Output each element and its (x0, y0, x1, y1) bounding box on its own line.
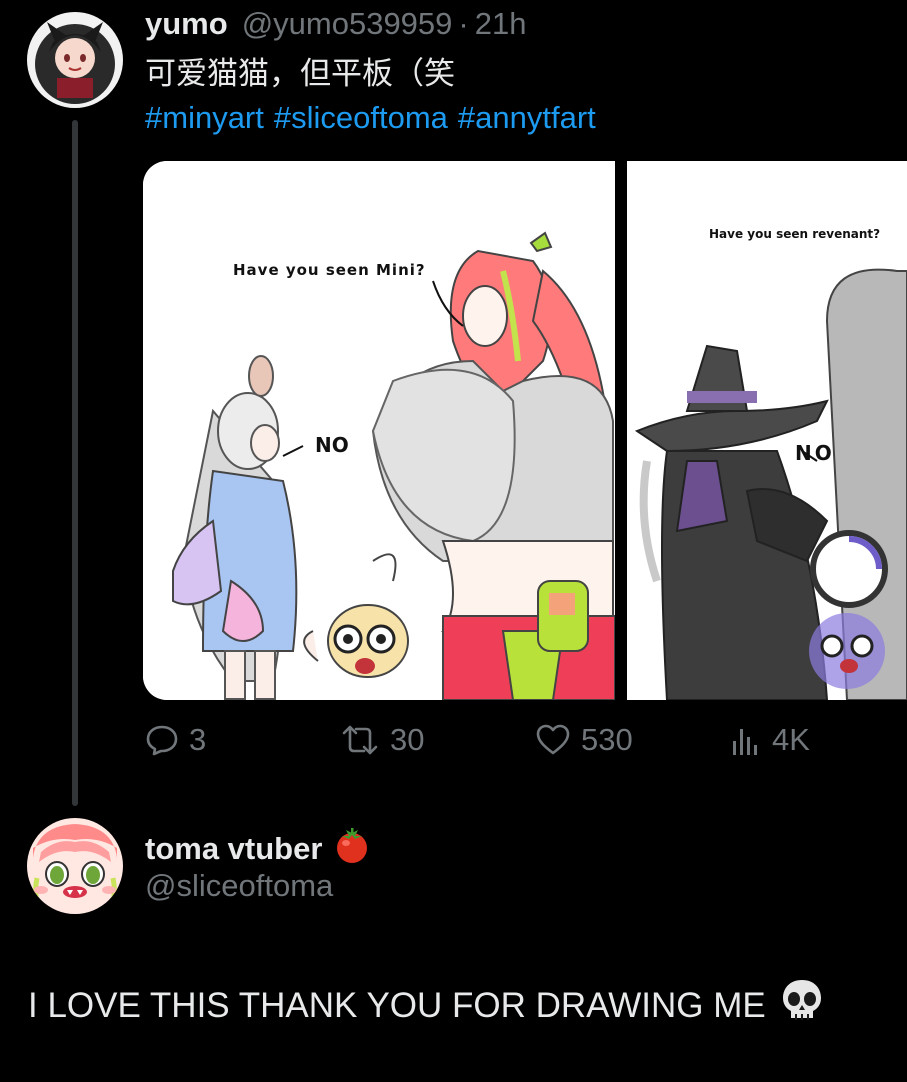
tweet-media-carousel[interactable]: Have you seen Mini? NO Have you seen rev… (143, 161, 907, 700)
speech-bubble-text: NO (315, 433, 349, 457)
reply-icon (145, 723, 179, 757)
tweet-text: 可爱猫猫，但平板（笑 (145, 56, 455, 92)
reply-button[interactable]: 3 (145, 722, 206, 758)
author-name[interactable]: yumo (145, 6, 228, 42)
reply-text-row: I LOVE THIS THANK YOU FOR DRAWING ME (28, 978, 824, 1033)
reply-text: I LOVE THIS THANK YOU FOR DRAWING ME (28, 985, 766, 1025)
retweet-button[interactable]: 30 (340, 722, 424, 758)
tweet-actions: 3 30 530 4K (0, 722, 907, 768)
like-button[interactable]: 530 (535, 722, 633, 758)
tweet-header: yumo @yumo539959 · 21h (145, 6, 526, 46)
hashtag-link[interactable]: #minyart (145, 100, 264, 135)
hashtag-link[interactable]: #sliceoftoma (274, 100, 448, 135)
views-button[interactable]: 4K (730, 722, 810, 758)
skull-icon (780, 978, 824, 1033)
reply-author-name-row[interactable]: toma vtuber (145, 826, 372, 872)
views-chart-icon (730, 723, 762, 757)
speech-bubble-text: NO (795, 441, 835, 465)
author-avatar[interactable] (27, 12, 123, 108)
retweet-count: 30 (390, 722, 425, 757)
media-image-1[interactable]: Have you seen Mini? NO (143, 161, 615, 700)
heart-icon (535, 723, 571, 757)
retweet-icon (340, 723, 380, 757)
hashtag-link[interactable]: #annytfart (458, 100, 596, 135)
views-count: 4K (772, 722, 810, 757)
reply-author-handle[interactable]: @sliceoftoma (145, 868, 333, 904)
tweet-timestamp[interactable]: 21h (475, 6, 527, 42)
like-count: 530 (581, 722, 633, 757)
reply-author-name[interactable]: toma vtuber (145, 831, 322, 867)
media-image-2[interactable]: Have you seen revenant? NO (627, 161, 907, 700)
tweet-hashtags: #minyart #sliceoftoma #annytfart (145, 98, 606, 138)
reply-count: 3 (189, 722, 207, 757)
thread-line (72, 120, 78, 806)
separator-dot: · (458, 6, 469, 41)
reply-author-avatar[interactable] (27, 818, 123, 914)
tomato-icon (332, 826, 372, 872)
speech-bubble-text: Have you seen Mini? (233, 261, 426, 279)
author-handle[interactable]: @yumo539959 (242, 6, 453, 42)
speech-bubble-text: Have you seen revenant? (709, 227, 881, 241)
